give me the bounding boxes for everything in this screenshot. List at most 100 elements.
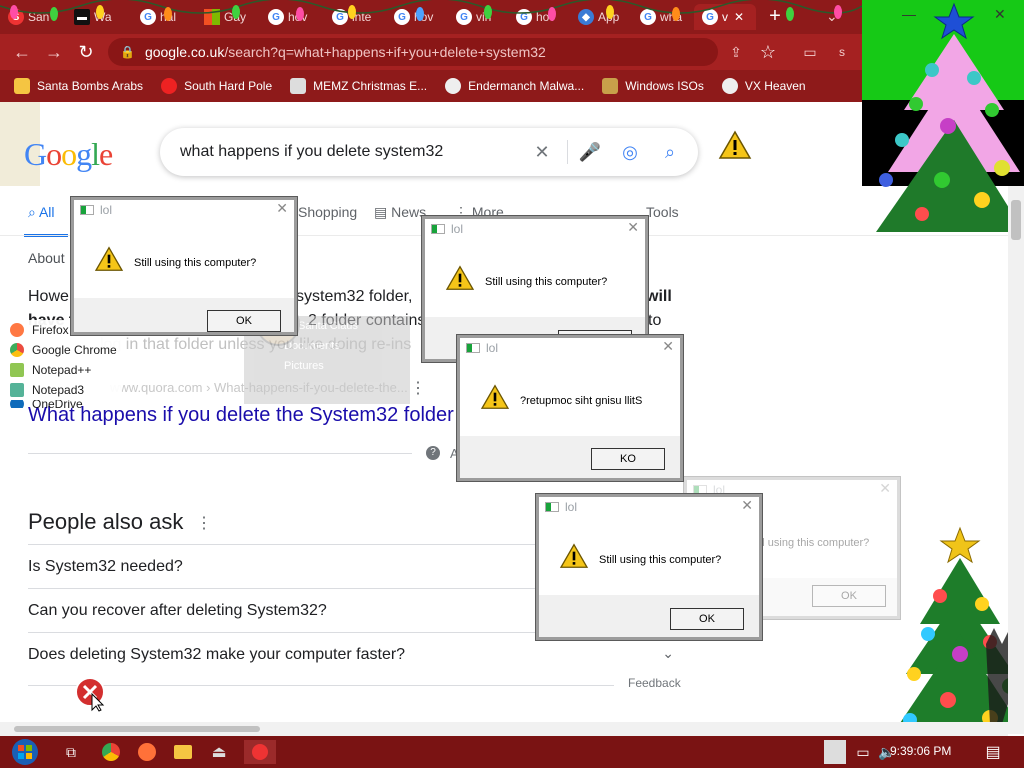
bookmark-item[interactable]: Santa Bombs Arabs	[14, 78, 143, 94]
bookmark-label: Endermanch Malwa...	[468, 79, 585, 93]
tab-search-icon[interactable]: ⌄	[826, 8, 838, 25]
close-tab-icon[interactable]: ✕	[734, 10, 744, 24]
tab-santa[interactable]: S San	[0, 4, 60, 30]
url-host: google.co.uk	[144, 44, 225, 60]
bookmark-label: Santa Bombs Arabs	[37, 79, 144, 93]
close-icon[interactable]: ✕	[741, 497, 753, 514]
system-clock[interactable]: 9:39:06 PM	[890, 744, 951, 758]
app-icon	[80, 205, 94, 215]
tab-label: hov	[414, 10, 434, 24]
ok-button[interactable]: OK	[670, 608, 744, 630]
tab-active[interactable]: G v ✕	[694, 4, 756, 30]
firefox-taskbar-icon[interactable]	[134, 740, 160, 764]
vertical-scrollbar[interactable]	[1008, 186, 1024, 734]
dialog-body: ?retupmoc siht gnisu llitS	[460, 358, 680, 436]
more-vertical-icon[interactable]: ⋮	[196, 513, 212, 533]
tab-google-6[interactable]: G hov	[508, 4, 568, 30]
tools-button[interactable]: Tools	[646, 204, 679, 220]
bookmark-label: Windows ISOs	[625, 79, 704, 93]
search-query-text: what happens if you delete system32	[180, 143, 444, 160]
featured-snippet-line: Howe	[28, 288, 69, 306]
bookmark-item[interactable]: MEMZ Christmas E...	[290, 78, 427, 94]
new-tab-button[interactable]: +	[764, 6, 786, 28]
menu-item-notepad3[interactable]: Notepad3	[0, 380, 122, 400]
menu-item-notepadpp[interactable]: Notepad++	[0, 360, 122, 380]
bookmark-star-icon[interactable]: ☆	[756, 40, 780, 64]
url-path: /search?q=what+happens+if+you+delete+sys…	[224, 44, 546, 60]
windows-start-icon	[12, 739, 38, 765]
tab-microsoft[interactable]: Gay	[196, 4, 256, 30]
snippet-text: will	[646, 288, 672, 305]
scrollbar-thumb[interactable]	[1011, 200, 1021, 240]
bookmark-item[interactable]: Windows ISOs	[602, 78, 704, 94]
notifications-icon[interactable]: ▤	[980, 740, 1006, 764]
tab-label: Tools	[646, 204, 679, 220]
tab-google-2[interactable]: G hov	[260, 4, 320, 30]
start-button[interactable]	[8, 739, 42, 765]
tab-google-5[interactable]: G vin	[448, 4, 508, 30]
menu-item-label: Notepad3	[32, 383, 85, 397]
bookmark-label: South Hard Pole	[184, 79, 273, 93]
close-icon[interactable]: ✕	[879, 480, 891, 497]
close-icon[interactable]: ✕	[662, 338, 674, 355]
forward-arrow-icon[interactable]: →	[42, 40, 66, 64]
dialog-titlebar: lol ✕	[425, 219, 645, 239]
camera-lens-icon[interactable]: ◎	[618, 140, 642, 164]
clear-icon[interactable]: ✕	[530, 140, 554, 164]
dialog-title: lol	[451, 222, 464, 236]
tab-all[interactable]: ⌕ All	[28, 204, 55, 221]
active-app-taskbar-icon[interactable]	[244, 740, 276, 764]
google-icon: G	[702, 9, 718, 25]
network-icon[interactable]: ▭	[850, 740, 876, 764]
file-explorer-icon[interactable]	[170, 740, 196, 764]
more-vertical-icon[interactable]: ⋮	[410, 378, 426, 398]
tab-google-1[interactable]: G hal	[132, 4, 192, 30]
error-icon	[75, 677, 105, 712]
tab-app[interactable]: ◆ App	[570, 4, 630, 30]
show-hidden-icons[interactable]	[824, 740, 846, 764]
menu-item-chrome[interactable]: Google Chrome	[0, 340, 122, 360]
tab-google-4[interactable]: G hov	[386, 4, 446, 30]
bookmark-label: MEMZ Christmas E...	[313, 79, 428, 93]
feedback-link[interactable]: Feedback	[628, 676, 681, 690]
close-icon[interactable]: ✕	[276, 200, 288, 217]
task-view-icon[interactable]: ⧉	[58, 740, 84, 764]
profile-avatar-icon[interactable]: s	[830, 40, 854, 64]
ok-button[interactable]: KO	[591, 448, 665, 470]
tab-shopping[interactable]: Shopping	[298, 204, 357, 220]
chrome-taskbar-icon[interactable]	[98, 740, 124, 764]
divider	[567, 140, 568, 164]
people-also-ask-heading: People also ask	[28, 509, 183, 535]
app-icon	[431, 224, 445, 234]
search-icon[interactable]: ⌕	[658, 140, 682, 164]
help-icon[interactable]: ?	[426, 446, 440, 460]
microphone-icon[interactable]: 🎤	[578, 140, 602, 164]
microsoft-icon	[204, 9, 220, 25]
featured-snippet-line: will	[646, 288, 672, 306]
bookmark-item[interactable]: VX Heaven	[721, 78, 806, 94]
bookmark-item[interactable]: Endermanch Malwa...	[445, 78, 584, 94]
ok-button[interactable]: OK	[812, 585, 886, 607]
back-arrow-icon[interactable]: ←	[10, 40, 34, 64]
menu-item-onedrive[interactable]: OneDrive	[0, 400, 122, 408]
search-input[interactable]: what happens if you delete system32 ✕ 🎤 …	[160, 128, 698, 176]
app-icon: ◆	[578, 9, 594, 25]
snippet-text: to	[648, 312, 662, 329]
url-bar[interactable]: 🔒 google.co.uk/search?q=what+happens+if+…	[108, 38, 718, 66]
tab-google-3[interactable]: G inte	[324, 4, 384, 30]
tab-google-7[interactable]: G wha	[632, 4, 692, 30]
google-icon: G	[268, 9, 284, 25]
scrollbar-thumb[interactable]	[14, 726, 260, 732]
reload-icon[interactable]: ↻	[74, 40, 98, 64]
tab-news[interactable]: ▤ News	[374, 204, 426, 221]
menu-item-label[interactable]: Pictures	[244, 356, 410, 376]
ok-button[interactable]: OK	[207, 310, 281, 332]
usb-drive-icon[interactable]: ⏏	[206, 740, 232, 764]
google-logo[interactable]: Google	[24, 136, 113, 173]
share-icon[interactable]: ⇪	[724, 40, 748, 64]
bookmark-item[interactable]: South Hard Pole	[161, 78, 272, 94]
flag-extension-icon[interactable]: ▭	[798, 40, 822, 64]
google-icon: G	[332, 9, 348, 25]
close-icon[interactable]: ✕	[627, 219, 639, 236]
tab-wa[interactable]: ▬ Wa	[66, 4, 126, 30]
